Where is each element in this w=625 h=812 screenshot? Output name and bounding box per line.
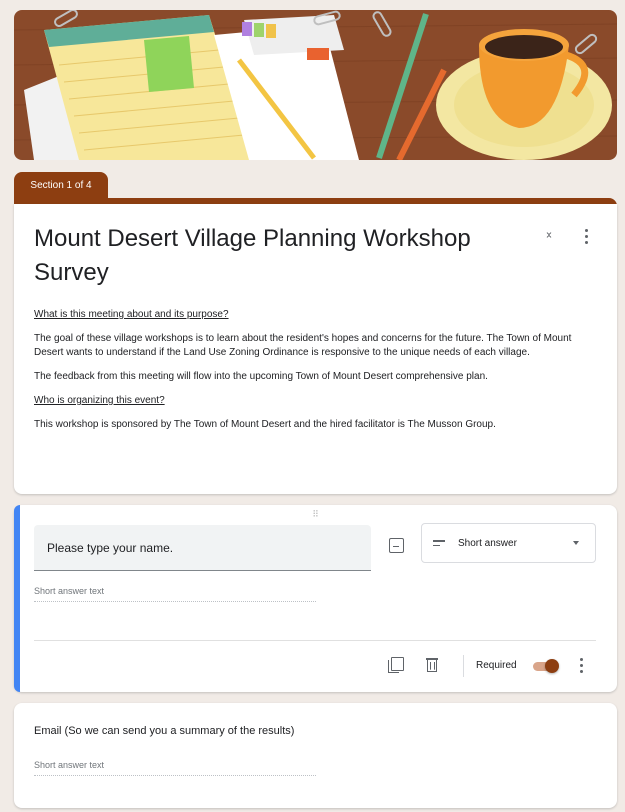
- divider: [463, 655, 464, 677]
- active-question-indicator: [14, 505, 20, 692]
- header-banner: [14, 10, 617, 160]
- description-paragraph: The feedback from this meeting will flow…: [34, 371, 488, 382]
- description-paragraph: The goal of these village workshops is t…: [34, 333, 572, 358]
- form-description[interactable]: What is this meeting about and its purpo…: [34, 308, 594, 442]
- collapse-section-icon[interactable]: ⌄ ⌃: [539, 227, 559, 248]
- question-more-options-icon[interactable]: [574, 655, 588, 675]
- question-title: Email (So we can send you a summary of t…: [34, 725, 295, 737]
- question-card-email[interactable]: Email (So we can send you a summary of t…: [14, 703, 617, 808]
- short-answer-placeholder: Short answer text: [34, 760, 316, 776]
- section-tab: Section 1 of 4: [14, 172, 108, 199]
- more-options-icon[interactable]: [579, 226, 593, 246]
- question-type-dropdown[interactable]: Short answer: [421, 523, 596, 563]
- form-title-card[interactable]: Mount Desert Village Planning Workshop S…: [14, 204, 617, 494]
- short-answer-placeholder: Short answer text: [34, 586, 316, 602]
- required-toggle[interactable]: [531, 659, 559, 673]
- description-paragraph: This workshop is sponsored by The Town o…: [34, 419, 496, 430]
- duplicate-icon[interactable]: [388, 657, 404, 673]
- description-heading-organizer: Who is organizing this event?: [34, 395, 165, 406]
- description-heading-purpose: What is this meeting about and its purpo…: [34, 309, 229, 320]
- drag-handle-icon[interactable]: ⠿: [308, 509, 324, 519]
- form-title[interactable]: Mount Desert Village Planning Workshop S…: [34, 222, 514, 290]
- toggle-knob: [545, 659, 559, 673]
- question-title-input[interactable]: Please type your name.: [34, 525, 371, 571]
- delete-icon[interactable]: [426, 657, 438, 672]
- required-label: Required: [476, 660, 517, 671]
- chevron-down-icon: [573, 541, 579, 545]
- divider: [34, 640, 596, 641]
- add-image-icon[interactable]: [389, 538, 404, 553]
- question-type-label: Short answer: [458, 537, 517, 549]
- short-answer-icon: [433, 540, 445, 546]
- question-card-name[interactable]: ⠿ Please type your name. Short answer Sh…: [14, 505, 617, 692]
- desk-illustration: [14, 10, 617, 160]
